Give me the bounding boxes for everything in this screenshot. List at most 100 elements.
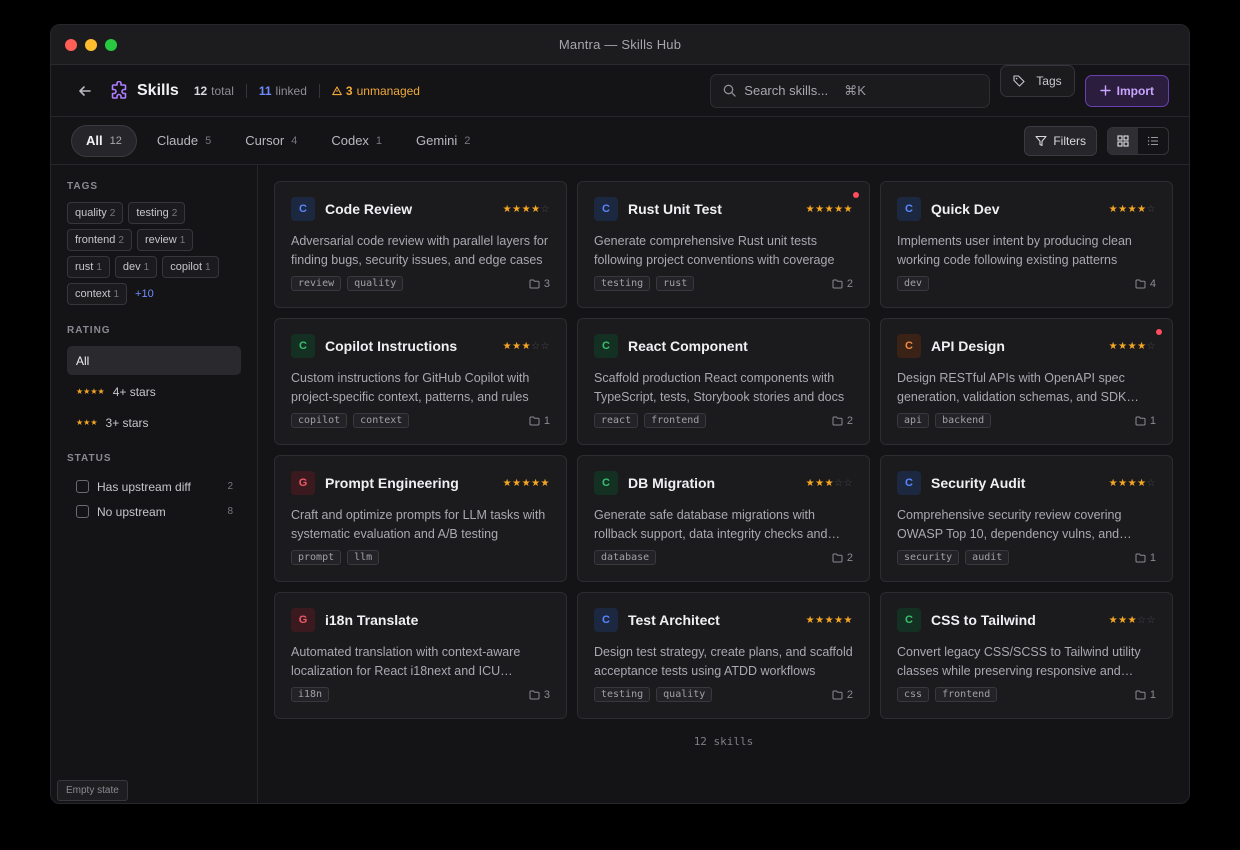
skill-tag[interactable]: api [897,413,930,428]
file-count: 3 [529,689,550,701]
skill-card[interactable]: C Quick Dev ★★★★☆ Implements user intent… [880,181,1173,308]
folder-icon [529,416,540,425]
tag-chip[interactable]: rust 1 [67,256,110,278]
skill-description: Generate safe database migrations with r… [594,508,828,541]
skill-card[interactable]: C API Design ★★★★☆ Design RESTful APIs w… [880,318,1173,445]
skill-tag[interactable]: i18n [291,687,330,702]
rating-stars: ★★★★★ [503,478,550,489]
skill-card[interactable]: C React Component Scaffold production Re… [577,318,870,445]
file-count: 2 [832,689,853,701]
tag-chip[interactable]: context 1 [67,283,128,305]
tag-chip[interactable]: testing 2 [128,202,186,224]
rating-3-option[interactable]: ★★★ 3+ stars [67,408,241,437]
tab-codex[interactable]: Codex 1 [317,125,396,157]
page-title: Skills [137,81,179,99]
agent-badge: C [897,471,921,495]
skill-name: i18n Translate [325,612,419,628]
tag-chip[interactable]: dev 1 [114,256,158,278]
checkbox[interactable] [76,480,89,493]
skill-tag[interactable]: database [594,550,657,565]
tag-chip[interactable]: copilot 1 [162,256,219,278]
skill-tag[interactable]: quality [656,687,713,702]
tag-chip[interactable]: review 1 [136,229,194,251]
skill-card[interactable]: G i18n Translate Automated translation w… [274,592,567,719]
import-button[interactable]: Import [1084,74,1169,107]
skill-tag[interactable]: quality [347,276,404,291]
back-arrow-icon[interactable] [75,81,95,101]
skill-tag[interactable]: audit [965,550,1010,565]
skill-card[interactable]: C Security Audit ★★★★☆ Comprehensive sec… [880,455,1173,582]
skill-tags: prompt llm [291,550,385,565]
skill-card[interactable]: C Rust Unit Test ★★★★★ Generate comprehe… [577,181,870,308]
tags-section-title: TAGS [67,181,99,192]
rating-stars: ★★★★☆ [1109,478,1156,489]
skill-tag[interactable]: context [353,413,410,428]
skill-name: API Design [931,338,1005,354]
skill-card[interactable]: G Prompt Engineering ★★★★★ Craft and opt… [274,455,567,582]
total-count: 12 total [193,83,234,98]
skill-card[interactable]: C CSS to Tailwind ★★★☆☆ Convert legacy C… [880,592,1173,719]
upstream-diff-checkbox[interactable]: Has upstream diff 2 [67,474,241,499]
skill-tag[interactable]: rust [656,276,695,291]
maximize-window-button[interactable] [105,39,117,51]
skill-tag[interactable]: frontend [644,413,707,428]
tab-gemini[interactable]: Gemini 2 [402,125,484,157]
skill-card[interactable]: C Code Review ★★★★☆ Adversarial code rev… [274,181,567,308]
skill-name: Quick Dev [931,201,1000,217]
search-input[interactable] [744,83,845,98]
skill-card[interactable]: C Test Architect ★★★★★ Design test strat… [577,592,870,719]
skill-tags: api backend [897,413,997,428]
checkbox[interactable] [76,505,89,518]
skill-tag[interactable]: css [897,687,930,702]
unmanaged-count[interactable]: 3 unmanaged [332,84,420,98]
folder-icon [1135,416,1146,425]
skill-name: Prompt Engineering [325,475,459,491]
skill-card[interactable]: C DB Migration ★★★☆☆ Generate safe datab… [577,455,870,582]
no-upstream-checkbox[interactable]: No upstream 8 [67,499,241,524]
list-view-icon[interactable] [1138,128,1168,154]
tags-button[interactable]: Tags [1000,64,1075,97]
grid-view-icon[interactable] [1108,127,1138,154]
skill-tag[interactable]: prompt [291,550,342,565]
skill-tag[interactable]: dev [897,276,930,291]
search-box[interactable]: ⌘K [710,73,991,108]
skill-tag[interactable]: frontend [935,687,998,702]
skill-tag[interactable]: react [594,413,639,428]
minimize-window-button[interactable] [85,39,97,51]
empty-state-button[interactable]: Empty state [57,780,128,801]
star-empty-icon: ☆ [540,203,550,215]
skill-name: React Component [628,338,748,354]
skill-tag[interactable]: testing [594,687,651,702]
skill-tag[interactable]: testing [594,276,651,291]
star-filled-icon: ★ [824,614,835,626]
skill-tags: i18n [291,687,335,702]
skill-tags: copilot context [291,413,415,428]
agent-badge: G [291,608,315,632]
rating-4-option[interactable]: ★★★★ 4+ stars [67,377,241,406]
star-empty-icon: ☆ [531,340,541,352]
filters-button[interactable]: Filters [1024,125,1097,156]
close-window-button[interactable] [65,39,77,51]
star-filled-icon: ★ [1108,340,1119,352]
divider [245,83,247,98]
rating-all-option[interactable]: All [67,346,241,375]
agent-badge: G [291,471,315,495]
star-filled-icon: ★ [805,614,816,626]
skill-tag[interactable]: review [291,276,342,291]
skill-tag[interactable]: llm [347,550,380,565]
tab-claude[interactable]: Claude 5 [143,125,225,157]
tab-cursor[interactable]: Cursor 4 [231,125,311,157]
skill-name: CSS to Tailwind [931,612,1036,628]
skill-name: Security Audit [931,475,1026,491]
star-filled-icon: ★ [512,203,522,215]
skill-tag[interactable]: security [897,550,960,565]
file-count: 1 [1135,552,1156,564]
more-tags-link[interactable]: +10 [135,288,154,300]
skill-card[interactable]: C Copilot Instructions ★★★☆☆ Custom inst… [274,318,567,445]
tag-chip[interactable]: frontend 2 [67,229,132,251]
tab-all[interactable]: All 12 [71,124,137,157]
skill-tag[interactable]: backend [935,413,992,428]
tag-chip[interactable]: quality 2 [67,202,124,224]
star-filled-icon: ★ [531,203,541,215]
skill-tag[interactable]: copilot [291,413,348,428]
